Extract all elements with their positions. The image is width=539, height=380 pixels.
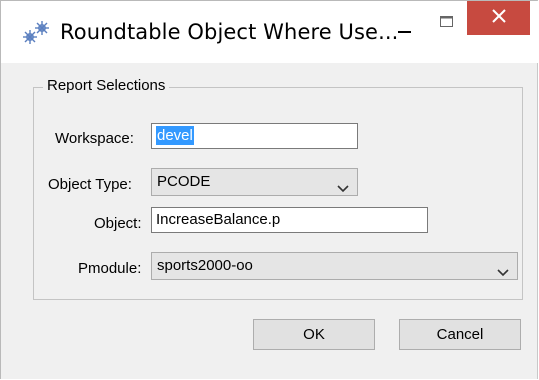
workspace-value: devel xyxy=(156,126,194,145)
pmodule-value: sports2000-oo xyxy=(157,257,253,274)
dialog-window: Roundtable Object Where Use... Report Se… xyxy=(0,0,539,379)
title-bar[interactable]: Roundtable Object Where Use... xyxy=(1,1,539,63)
chevron-down-icon xyxy=(337,177,349,193)
pmodule-dropdown[interactable]: sports2000-oo xyxy=(151,252,518,280)
maximize-button[interactable] xyxy=(431,9,463,39)
workspace-label: Workspace: xyxy=(55,130,134,147)
close-icon xyxy=(491,8,506,28)
object-type-value: PCODE xyxy=(157,173,211,190)
ok-button[interactable]: OK xyxy=(253,319,375,350)
object-type-dropdown[interactable]: PCODE xyxy=(151,168,358,196)
object-input[interactable]: IncreaseBalance.p xyxy=(151,207,428,233)
window-title: Roundtable Object Where Use... xyxy=(60,20,399,44)
maximize-icon xyxy=(440,15,454,33)
report-selections-legend: Report Selections xyxy=(43,77,170,94)
cancel-button[interactable]: Cancel xyxy=(399,319,521,350)
roundtable-app-icon xyxy=(23,21,51,45)
minimize-button[interactable] xyxy=(389,15,421,45)
object-type-label: Object Type: xyxy=(48,176,132,193)
workspace-input[interactable]: devel xyxy=(151,123,358,149)
minimize-icon xyxy=(398,21,412,39)
close-button[interactable] xyxy=(467,1,530,35)
pmodule-label: Pmodule: xyxy=(78,260,142,277)
object-label: Object: xyxy=(94,215,142,232)
object-value: IncreaseBalance.p xyxy=(156,211,281,228)
chevron-down-icon xyxy=(497,261,509,277)
